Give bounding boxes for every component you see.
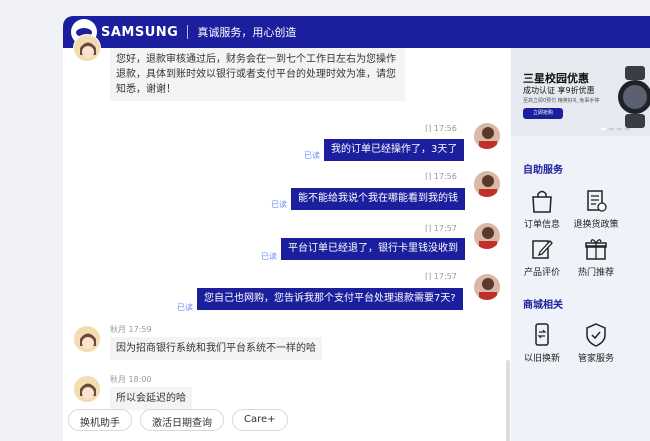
read-status: 已读	[271, 200, 287, 209]
tile-label: 以旧换新	[523, 354, 560, 364]
banner-subtitle: 成功认证 享9折优惠	[523, 86, 595, 95]
quick-reply-chip[interactable]: 激活日期查询	[140, 409, 224, 431]
chat-area[interactable]: 您好，退款审核通过后，财务会在一到七个工作日左右为您操作退款，具体到账时效以银行…	[63, 34, 511, 441]
agent-name-time: 秋月 18:00	[110, 375, 152, 384]
banner-note: 至高立即0预付 精英好礼 免事手停	[523, 98, 600, 104]
message-time: ⌈⌉ 17:56	[425, 172, 457, 181]
tile-label: 热门推荐	[577, 268, 614, 278]
read-status: 已读	[177, 303, 193, 312]
agent-message: 您好，退款审核通过后，财务会在一到七个工作日左右为您操作退款，具体到账时效以银行…	[110, 48, 405, 101]
tile-label: 管家服务	[577, 354, 614, 364]
mall-section-title: 商城相关	[523, 300, 563, 311]
agent-avatar	[73, 34, 101, 62]
agent-avatar	[73, 375, 101, 403]
message-time: ⌈⌉ 17:57	[425, 272, 457, 281]
return-policy-tile[interactable]: 退换货政策	[569, 186, 623, 236]
document-icon	[587, 190, 607, 212]
quick-reply-chip[interactable]: Care+	[232, 409, 288, 431]
quick-replies: 换机助手 激活日期查询 Care+	[68, 409, 288, 431]
shield-check-icon	[586, 323, 606, 347]
user-avatar	[473, 170, 501, 198]
header-slogan: 真诚服务，用心创造	[197, 26, 297, 39]
order-info-tile[interactable]: 订单信息	[515, 186, 569, 236]
agent-message: 因为招商银行系统和我们平台系统不一样的哈	[110, 337, 322, 360]
product-review-tile[interactable]: 产品评价	[515, 234, 569, 284]
banner-buy-button[interactable]: 立即抢购	[523, 108, 563, 119]
user-message: 平台订单已经退了，银行卡里钱没收到	[281, 238, 465, 260]
user-avatar	[473, 273, 501, 301]
user-message: 我的订单已经操作了，3天了	[324, 139, 465, 161]
read-status: 已读	[304, 151, 320, 160]
edit-icon	[532, 240, 553, 259]
chat-window: SAMSUNG 真诚服务，用心创造 您好，退款审核通过后，财务会在一到七个工作日…	[63, 16, 650, 441]
phone-swap-icon	[535, 323, 549, 346]
banner-pager[interactable]	[601, 128, 630, 130]
user-message: 您自己也网购，您告诉我那个支付平台处理退款需要7天?	[197, 288, 463, 310]
header-bar: SAMSUNG 真诚服务，用心创造	[63, 16, 650, 48]
tile-label: 订单信息	[523, 220, 560, 230]
shopping-bag-icon	[532, 190, 552, 213]
agent-name-time: 秋月 17:59	[110, 325, 152, 334]
gift-icon	[585, 239, 607, 260]
user-avatar	[473, 222, 501, 250]
message-time: ⌈⌉ 17:57	[425, 224, 457, 233]
user-avatar	[473, 122, 501, 150]
butler-service-tile[interactable]: 管家服务	[569, 320, 623, 370]
agent-avatar	[73, 325, 101, 353]
tile-label: 退换货政策	[573, 220, 619, 230]
header-divider	[187, 25, 189, 39]
message-time: ⌈⌉ 17:56	[425, 124, 457, 133]
banner-title: 三星校园优惠	[523, 72, 589, 85]
service-sidebar: 三星校园优惠 成功认证 享9折优惠 至高立即0预付 精英好礼 免事手停 立即抢购…	[511, 48, 650, 441]
chat-scrollbar[interactable]	[506, 360, 510, 441]
hot-recommend-tile[interactable]: 热门推荐	[569, 234, 623, 284]
tile-label: 产品评价	[523, 268, 560, 278]
user-message: 能不能给我说个我在哪能看到我的钱	[291, 188, 465, 210]
trade-in-tile[interactable]: 以旧换新	[515, 320, 569, 370]
read-status: 已读	[261, 252, 277, 261]
promo-banner[interactable]: 三星校园优惠 成功认证 享9折优惠 至高立即0预付 精英好礼 免事手停 立即抢购	[511, 48, 650, 136]
agent-message: 所以会延迟的哈	[110, 387, 192, 410]
quick-reply-chip[interactable]: 换机助手	[68, 409, 132, 431]
brand-name: SAMSUNG	[101, 24, 179, 40]
smartwatch-icon	[618, 66, 650, 128]
self-service-title: 自助服务	[523, 165, 563, 176]
